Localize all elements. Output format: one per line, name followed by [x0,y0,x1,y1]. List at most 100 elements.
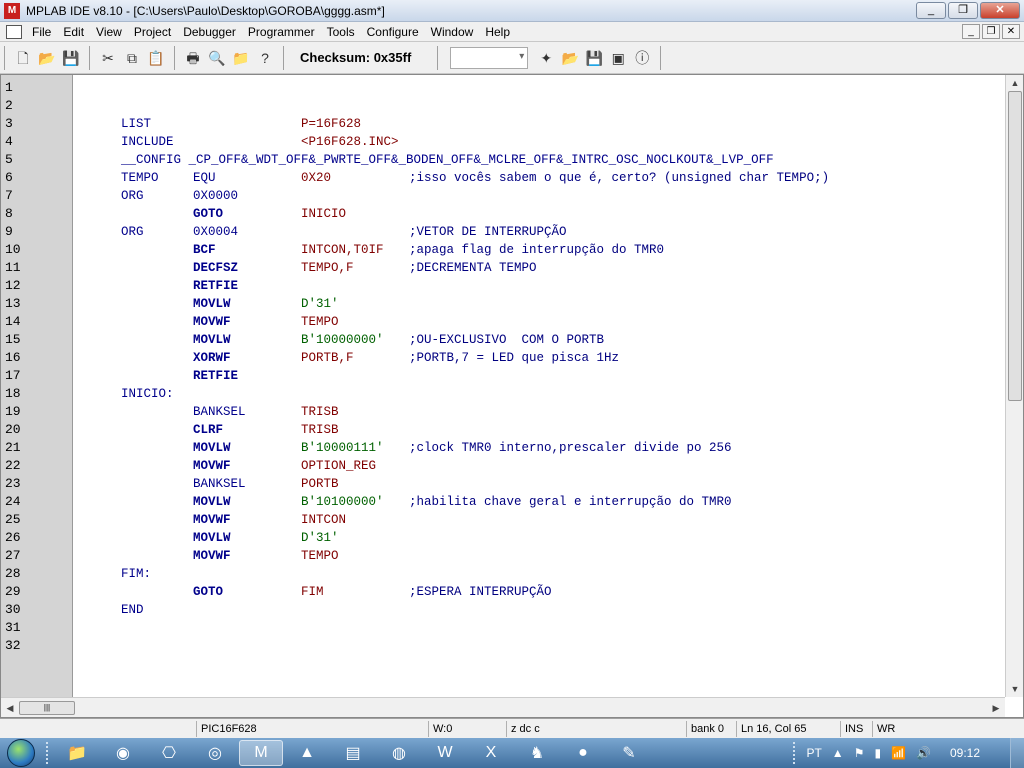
network-signal-icon[interactable]: 📶 [891,746,906,760]
child-close-button[interactable]: ✕ [1002,24,1020,39]
horizontal-scroll-thumb[interactable]: ||| [19,701,75,715]
tool-taskbar-icon[interactable]: ✎ [607,740,651,766]
code-token: DECFSZ [193,261,239,275]
clock[interactable]: 09:12 [950,746,980,760]
code-token: B'10100000' [301,495,384,509]
code-token: B'10000111' [301,441,384,455]
line-number: 8 [5,206,13,221]
volume-icon[interactable]: 🔊 [916,746,931,760]
scroll-right-icon[interactable]: ▶ [989,701,1003,715]
find-in-files-icon[interactable]: 📁 [230,47,252,69]
show-desktop-button[interactable] [1010,738,1024,768]
code-token: BCF [193,243,216,257]
mplab-taskbar-icon[interactable]: M [239,740,283,766]
code-area[interactable]: LIST P=16F628 INCLUDE <P16F628.INC> __CONFIG… [73,75,1005,697]
code-token: INTCON,T0IF [301,243,384,257]
cut-icon[interactable]: ✂ [97,47,119,69]
line-number: 11 [5,260,21,275]
child-restore-button[interactable]: ❐ [982,24,1000,39]
notepad-taskbar-icon[interactable]: ▤ [331,740,375,766]
close-button[interactable]: ✕ [980,2,1020,19]
code-token: ;clock TMR0 interno,prescaler divide po … [409,441,732,455]
status-device: PIC16F628 [196,721,426,737]
code-token: <P16F628.INC> [301,135,399,149]
game-taskbar-icon[interactable]: ♞ [515,740,559,766]
menu-view[interactable]: View [90,25,128,39]
code-editor[interactable]: 1 2 3 4 5 6 7 8 9 10 11 12 13 14 15 16 17 18 19 20 21 22 23 24 2… [0,74,1024,718]
pdf-reader-taskbar-icon[interactable]: ⎔ [147,740,191,766]
copy-icon[interactable]: ⧉ [121,47,143,69]
code-token: ;habilita chave geral e interrupção do T… [409,495,732,509]
horizontal-scrollbar[interactable]: ◀ ||| ▶ [1,697,1005,717]
excel-taskbar-icon[interactable]: X [469,740,513,766]
code-token: D'31' [301,297,339,311]
code-token: TEMPO [301,315,339,329]
code-token: EQU [193,171,216,185]
paste-icon[interactable]: 📋 [145,47,167,69]
menu-project[interactable]: Project [128,25,177,39]
vertical-scrollbar[interactable]: ▲ ▼ [1005,75,1023,697]
menu-tools[interactable]: Tools [321,25,361,39]
help-icon[interactable]: ? [254,47,276,69]
line-number: 29 [5,584,21,599]
save-icon[interactable]: 💾 [60,47,82,69]
word-taskbar-icon[interactable]: W [423,740,467,766]
print-icon[interactable]: 🖶 [182,47,204,69]
open-project-icon[interactable]: 📂 [559,47,581,69]
menu-debugger[interactable]: Debugger [177,25,242,39]
code-token: TRISB [301,423,339,437]
code-token: BANKSEL [193,405,246,419]
line-number: 3 [5,116,13,131]
code-token: MOVLW [193,297,231,311]
line-number: 2 [5,98,13,113]
child-minimize-button[interactable]: _ [962,24,980,39]
menu-edit[interactable]: Edit [57,25,90,39]
maximize-button[interactable]: ❐ [948,2,978,19]
menu-window[interactable]: Window [425,25,480,39]
scroll-up-icon[interactable]: ▲ [1008,76,1022,90]
code-token: GOTO [193,207,224,221]
action-center-flag-icon[interactable]: ⚑ [854,746,865,760]
code-token: ;DECREMENTA TEMPO [409,261,537,275]
menu-configure[interactable]: Configure [361,25,425,39]
new-project-icon[interactable]: ✦ [535,47,557,69]
save-project-icon[interactable]: 💾 [583,47,605,69]
new-file-icon[interactable]: 🗋 [12,47,34,69]
build-icon[interactable]: ▣ [607,47,629,69]
code-token: __CONFIG _CP_OFF&_WDT_OFF&_PWRTE_OFF&_BO… [121,153,774,167]
code-token: PORTB,F [301,351,354,365]
line-number: 21 [5,440,21,455]
opera-taskbar-icon[interactable]: ● [561,740,605,766]
code-token: END [121,603,144,617]
code-token: ;isso vocês sabem o que é, certo? (unsig… [409,171,830,185]
minimize-button[interactable]: _ [916,2,946,19]
scroll-down-icon[interactable]: ▼ [1008,682,1022,696]
chrome-taskbar-icon[interactable]: ◎ [193,740,237,766]
code-token: FIM [301,585,324,599]
tray-expand-icon[interactable]: ▲ [832,746,844,760]
vlc-taskbar-icon[interactable]: ▲ [285,740,329,766]
line-number: 28 [5,566,21,581]
taskbar: 📁 ◉ ⎔ ◎ M ▲ ▤ ◍ W X ♞ ● ✎ PT ▲ ⚑ ▮ 📶 🔊 0… [0,738,1024,768]
code-token: MOVWF [193,549,231,563]
vertical-scroll-thumb[interactable] [1008,91,1022,401]
open-folder-icon[interactable]: 📂 [36,47,58,69]
menu-file[interactable]: File [26,25,57,39]
code-token: BANKSEL [193,477,246,491]
info-icon[interactable]: ⓘ [631,47,653,69]
system-tray: PT ▲ ⚑ ▮ 📶 🔊 09:12 [789,738,1024,768]
configuration-combo[interactable] [450,46,529,69]
menu-programmer[interactable]: Programmer [242,25,321,39]
battery-icon[interactable]: ▮ [874,746,881,760]
find-icon[interactable]: 🔍 [206,47,228,69]
scroll-left-icon[interactable]: ◀ [3,701,17,715]
code-token: MOVWF [193,513,231,527]
language-indicator[interactable]: PT [806,746,821,760]
firefox-taskbar-icon[interactable]: ◉ [101,740,145,766]
network-taskbar-icon[interactable]: ◍ [377,740,421,766]
line-number: 19 [5,404,21,419]
explorer-taskbar-icon[interactable]: 📁 [55,740,99,766]
start-button[interactable] [0,738,42,768]
document-icon[interactable] [6,24,22,39]
menu-help[interactable]: Help [479,25,516,39]
